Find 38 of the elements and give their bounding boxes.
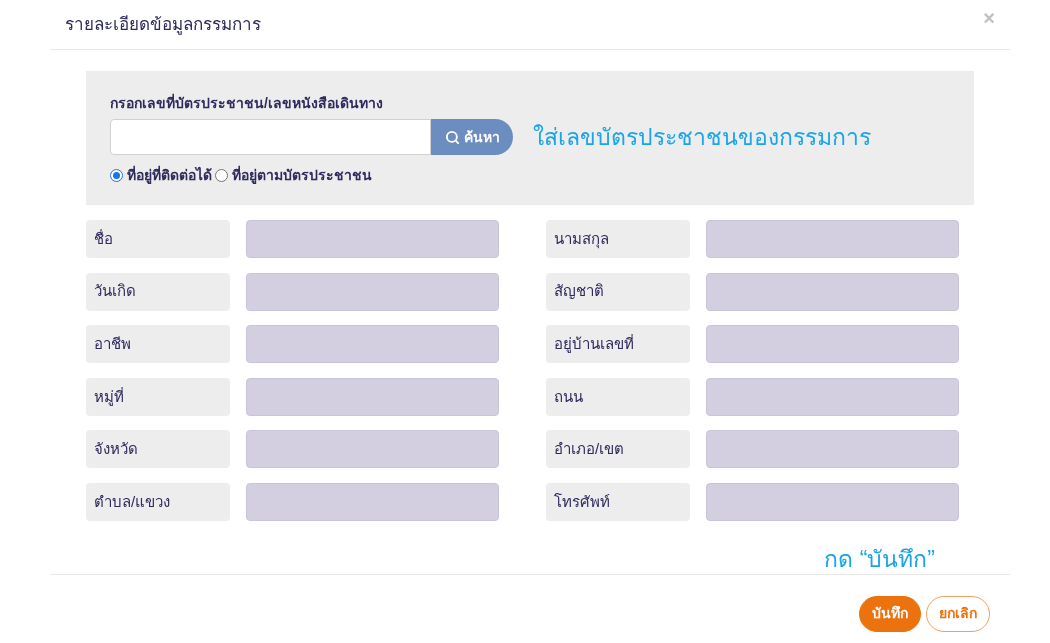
search-label: กรอกเลขที่บัตรประชาชน/เลขหนังสือเดินทาง [110,93,384,113]
field-label: ถนน [546,377,690,416]
field-label: โทรศัพท์ [546,482,690,521]
input-field[interactable] [706,377,959,416]
field-label: ตำบล/แขวง [86,482,230,521]
dialog-title: รายละเอียดข้อมูลกรรมการ [65,13,261,37]
field-label: หมู่ที่ [86,377,230,416]
input-field[interactable] [246,482,499,521]
field-label: อาชีพ [86,325,230,364]
field-label: วันเกิด [86,272,230,311]
field-label: จังหวัด [86,430,230,469]
input-field[interactable] [246,325,499,364]
input-field[interactable] [246,272,499,311]
radio-label[interactable]: ที่อยู่ที่ติดต่อได้ [127,165,212,186]
field-label: อยู่บ้านเลขที่ [546,325,690,364]
input-field[interactable] [246,430,499,469]
cancel-button[interactable]: ยกเลิก [926,595,990,632]
input-field[interactable] [246,377,499,416]
field-label: นามสกุล [546,220,690,258]
input-field[interactable] [706,430,959,469]
hint-annotation: กด “บันทึก” [824,544,935,574]
radio-button[interactable] [110,169,123,182]
field-label: ชื่อ [86,220,230,258]
field-label: อำเภอ/เขต [546,430,690,469]
input-field[interactable] [706,325,959,364]
radio-button[interactable] [215,169,228,182]
hint-annotation: ใส่เลขบัตรประชาชนของกรรมการ [533,122,871,152]
field-label: สัญชาติ [546,272,690,311]
input-field[interactable] [706,220,959,258]
radio-label[interactable]: ที่อยู่ตามบัตรประชาชน [232,165,372,186]
input-field[interactable] [246,220,499,258]
input-field[interactable] [706,272,959,311]
close-button[interactable]: × [983,7,995,28]
search-button[interactable]: ค้นหา [431,119,513,155]
input-field[interactable] [706,482,959,521]
search-icon [444,129,460,145]
id-number-field[interactable] [110,119,431,155]
save-button[interactable]: บันทึก [859,595,921,632]
